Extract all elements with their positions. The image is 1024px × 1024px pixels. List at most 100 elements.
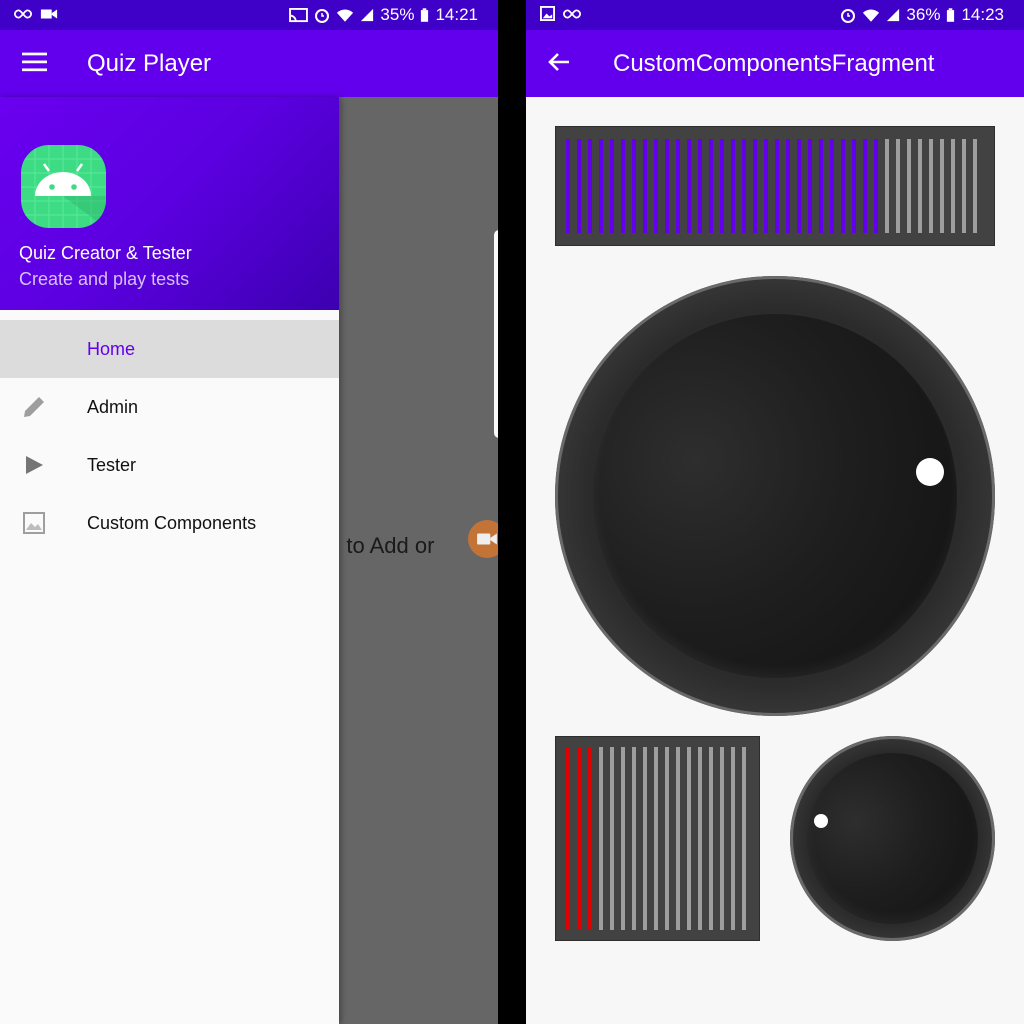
pencil-icon (24, 397, 44, 417)
bar-meter-small[interactable] (555, 736, 760, 941)
meter-bar-active (588, 139, 592, 233)
meter-bar-inactive (720, 747, 724, 930)
meter-bar-inactive (951, 139, 955, 233)
meter-bar-inactive (676, 747, 680, 930)
meter-bar-active (709, 139, 713, 233)
alarm-icon (315, 9, 330, 23)
right-phone-screen: 36% 14:23 CustomComponentsFragment (526, 0, 1024, 1024)
drawer-item-label: Custom Components (87, 513, 257, 533)
back-arrow-icon[interactable] (548, 52, 570, 72)
meter-bar-inactive (665, 747, 669, 930)
status-bar: 35% 14:21 (0, 0, 498, 30)
floating-action-button[interactable] (468, 520, 498, 558)
knob-face (807, 753, 978, 924)
meter-bar-active (775, 139, 779, 233)
meter-bar-active (599, 139, 603, 233)
meter-bar-active (841, 139, 845, 233)
drawer-header: Quiz Creator & Tester Create and play te… (0, 97, 339, 310)
drawer-header-title: Quiz Creator & Tester (19, 243, 192, 263)
drawer-item-label: Tester (87, 455, 137, 475)
meter-bar-active (621, 139, 625, 233)
meter-bar-active (808, 139, 812, 233)
background-card (494, 230, 498, 438)
meter-bar-inactive (896, 139, 900, 233)
drawer-item-label: Home (87, 339, 136, 359)
image-icon (540, 6, 555, 21)
meter-bar-inactive (610, 747, 614, 930)
app-bar-title: CustomComponentsFragment (613, 50, 935, 77)
meter-bar-active (632, 139, 636, 233)
meter-bar-inactive (599, 747, 603, 930)
meter-bar-inactive (687, 747, 691, 930)
meter-bar-inactive (962, 139, 966, 233)
cast-icon (289, 7, 309, 22)
meter-bar-active (566, 139, 570, 233)
play-icon (26, 456, 43, 474)
rotary-knob-small[interactable] (790, 736, 995, 941)
meter-bar-active (610, 139, 614, 233)
battery-percent: 36% (906, 5, 941, 24)
meter-bar-inactive (709, 747, 713, 930)
meter-bar-inactive (918, 139, 922, 233)
meter-bar-inactive (929, 139, 933, 233)
clock: 14:21 (435, 5, 478, 24)
meter-bar-active (830, 139, 834, 233)
hamburger-menu-icon[interactable] (22, 52, 47, 72)
meter-bar-active (676, 139, 680, 233)
meter-bar-active (643, 139, 647, 233)
android-app-icon (21, 145, 106, 228)
meter-bar-active (819, 139, 823, 233)
drawer-header-subtitle: Create and play tests (19, 269, 190, 289)
meter-bar-active (797, 139, 801, 233)
alarm-icon (841, 9, 856, 23)
app-bar: Quiz Player (0, 30, 498, 97)
meter-bar-active (863, 139, 867, 233)
bar-meter-large[interactable] (555, 126, 995, 246)
meter-bar-active (654, 139, 658, 233)
drawer-item-admin[interactable]: Admin (0, 378, 339, 436)
video-icon (40, 9, 58, 19)
clock: 14:23 (961, 5, 1004, 24)
wifi-icon (863, 9, 880, 22)
meter-bar-inactive (643, 747, 647, 930)
infinity-icon (563, 8, 581, 19)
wifi-icon (337, 9, 354, 22)
knob-face (593, 314, 957, 678)
meter-bar-inactive (742, 747, 746, 930)
meter-bar-active (665, 139, 669, 233)
meter-bar-inactive (698, 747, 702, 930)
status-bar: 36% 14:23 (526, 0, 1024, 30)
meter-bar-inactive (654, 747, 658, 930)
meter-bar-active (687, 139, 691, 233)
left-phone-screen: 35% 14:21 Quiz Player u to Add or ! (0, 0, 498, 1024)
knob-indicator-dot (916, 458, 944, 486)
meter-bar-active (742, 139, 746, 233)
background-text: u to Add or (328, 533, 435, 558)
meter-bar-inactive (621, 747, 625, 930)
drawer-item-label: Admin (87, 397, 139, 417)
navigation-drawer: Quiz Creator & Tester Create and play te… (0, 97, 339, 1024)
drawer-item-tester[interactable]: Tester (0, 436, 339, 494)
meter-bar-active (786, 139, 790, 233)
knob-indicator-dot (814, 814, 828, 828)
meter-bar-active (577, 747, 581, 930)
meter-bar-active (753, 139, 757, 233)
meter-bar-active (764, 139, 768, 233)
meter-bar-active (566, 747, 570, 930)
meter-bar-inactive (731, 747, 735, 930)
meter-bar-inactive (973, 139, 977, 233)
meter-bar-inactive (632, 747, 636, 930)
meter-bar-active (588, 747, 592, 930)
meter-bar-inactive (940, 139, 944, 233)
infinity-icon (14, 9, 32, 19)
rotary-knob-large[interactable] (555, 276, 995, 716)
meter-bar-active (852, 139, 856, 233)
battery-icon (421, 7, 429, 22)
drawer-item-custom-components[interactable]: Custom Components (0, 494, 339, 552)
drawer-item-home[interactable]: Home (0, 320, 339, 378)
meter-bar-active (577, 139, 581, 233)
android-logo (21, 145, 106, 228)
video-icon (477, 533, 497, 545)
signal-icon (361, 8, 374, 22)
image-icon (23, 512, 45, 534)
